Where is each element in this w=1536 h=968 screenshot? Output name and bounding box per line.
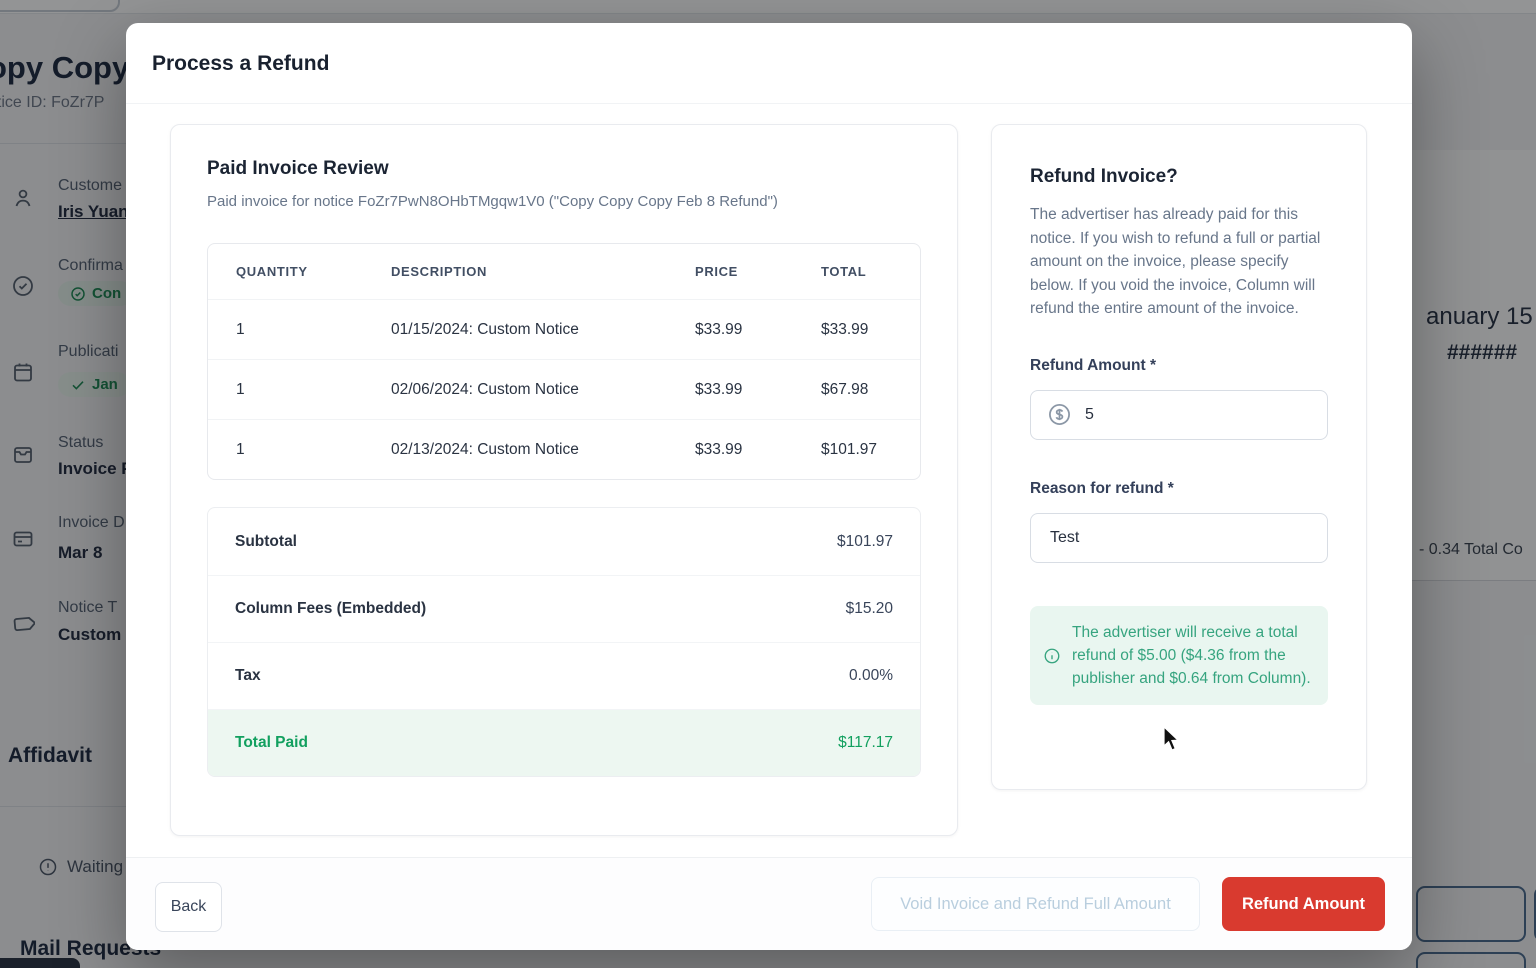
summary-row-subtotal: Subtotal $101.97 — [208, 508, 920, 575]
column-header-description: DESCRIPTION — [391, 264, 695, 279]
cell-total: $33.99 — [821, 321, 920, 339]
cell-description: 02/13/2024: Custom Notice — [391, 441, 695, 459]
summary-value: $15.20 — [846, 600, 893, 618]
column-header-quantity: QUANTITY — [236, 264, 391, 279]
cell-quantity: 1 — [236, 321, 391, 339]
refund-amount-input[interactable] — [1085, 406, 1327, 424]
summary-label: Subtotal — [235, 533, 297, 551]
modal-footer: Back Void Invoice and Refund Full Amount… — [126, 857, 1412, 950]
cell-description: 01/15/2024: Custom Notice — [391, 321, 695, 339]
summary-value: $117.17 — [838, 734, 893, 752]
refund-invoice-card: Refund Invoice? The advertiser has alrea… — [991, 124, 1367, 790]
invoice-card-subtitle: Paid invoice for notice FoZr7PwN8OHbTMgq… — [207, 193, 921, 210]
refund-card-title: Refund Invoice? — [1030, 166, 1328, 188]
summary-value: 0.00% — [849, 667, 893, 685]
cell-quantity: 1 — [236, 441, 391, 459]
summary-row-tax: Tax 0.00% — [208, 642, 920, 709]
cell-description: 02/06/2024: Custom Notice — [391, 381, 695, 399]
info-circle-icon — [1043, 647, 1061, 665]
invoice-card-title: Paid Invoice Review — [207, 158, 921, 180]
table-row: 1 02/06/2024: Custom Notice $33.99 $67.9… — [208, 359, 920, 419]
reason-for-refund-input[interactable] — [1050, 529, 1327, 547]
modal-title: Process a Refund — [152, 52, 329, 76]
cell-quantity: 1 — [236, 381, 391, 399]
summary-row-column-fees: Column Fees (Embedded) $15.20 — [208, 575, 920, 642]
summary-label: Column Fees (Embedded) — [235, 600, 426, 618]
refund-info-message: The advertiser will receive a total refu… — [1030, 606, 1328, 706]
invoice-line-items-table: QUANTITY DESCRIPTION PRICE TOTAL 1 01/15… — [207, 243, 921, 480]
column-header-total: TOTAL — [821, 264, 920, 279]
reason-for-refund-field[interactable] — [1030, 513, 1328, 563]
paid-invoice-review-card: Paid Invoice Review Paid invoice for not… — [170, 124, 958, 836]
refund-amount-field[interactable] — [1030, 390, 1328, 440]
summary-value: $101.97 — [837, 533, 893, 551]
table-row: 1 01/15/2024: Custom Notice $33.99 $33.9… — [208, 299, 920, 359]
dollar-circle-icon — [1047, 402, 1072, 427]
refund-amount-label: Refund Amount * — [1030, 357, 1328, 375]
cell-total: $67.98 — [821, 381, 920, 399]
cell-total: $101.97 — [821, 441, 920, 459]
summary-label: Total Paid — [235, 734, 308, 752]
modal-header: Process a Refund — [126, 23, 1412, 104]
table-header-row: QUANTITY DESCRIPTION PRICE TOTAL — [208, 244, 920, 299]
refund-info-text: The advertiser will receive a total refu… — [1072, 621, 1312, 691]
screen: opy Copy C otice ID: FoZr7P Custome Iris… — [0, 0, 1536, 968]
cell-price: $33.99 — [695, 321, 821, 339]
back-button[interactable]: Back — [155, 882, 222, 932]
reason-for-refund-label: Reason for refund * — [1030, 480, 1328, 498]
void-invoice-refund-full-button[interactable]: Void Invoice and Refund Full Amount — [871, 877, 1200, 931]
table-row: 1 02/13/2024: Custom Notice $33.99 $101.… — [208, 419, 920, 479]
column-header-price: PRICE — [695, 264, 821, 279]
cell-price: $33.99 — [695, 381, 821, 399]
cell-price: $33.99 — [695, 441, 821, 459]
mouse-cursor — [1162, 726, 1184, 752]
summary-label: Tax — [235, 667, 261, 685]
invoice-summary: Subtotal $101.97 Column Fees (Embedded) … — [207, 507, 921, 777]
refund-amount-button[interactable]: Refund Amount — [1222, 877, 1385, 931]
summary-row-total-paid: Total Paid $117.17 — [208, 709, 920, 776]
refund-description: The advertiser has already paid for this… — [1030, 203, 1328, 321]
process-refund-modal: Process a Refund Paid Invoice Review Pai… — [126, 23, 1412, 950]
